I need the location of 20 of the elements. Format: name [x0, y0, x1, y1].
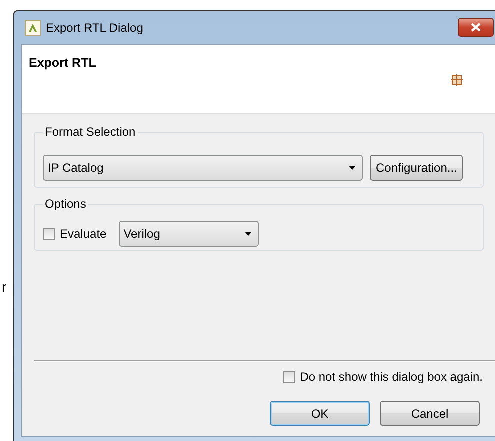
group-label: Options — [43, 197, 88, 211]
background-text: r — [2, 279, 7, 295]
close-button[interactable] — [458, 18, 494, 37]
checkbox-label: Evaluate — [60, 227, 107, 241]
dont-show-checkbox[interactable] — [283, 371, 296, 383]
format-dropdown[interactable]: IP Catalog — [43, 155, 363, 181]
header-title: Export RTL — [29, 56, 96, 70]
configuration-button[interactable]: Configuration... — [370, 155, 464, 181]
evaluate-checkbox[interactable] — [43, 228, 55, 240]
language-dropdown[interactable]: Verilog — [118, 221, 259, 247]
checkbox-label: Do not show this dialog box again. — [300, 370, 483, 384]
grid-icon — [451, 74, 463, 86]
window-title: Export RTL Dialog — [46, 20, 144, 34]
group-label: Format Selection — [43, 125, 138, 139]
app-icon — [25, 20, 41, 36]
caret-icon — [349, 166, 356, 170]
close-icon — [471, 23, 481, 32]
ok-button[interactable]: OK — [270, 401, 370, 426]
cancel-button[interactable]: Cancel — [380, 401, 480, 426]
caret-icon — [244, 232, 252, 236]
